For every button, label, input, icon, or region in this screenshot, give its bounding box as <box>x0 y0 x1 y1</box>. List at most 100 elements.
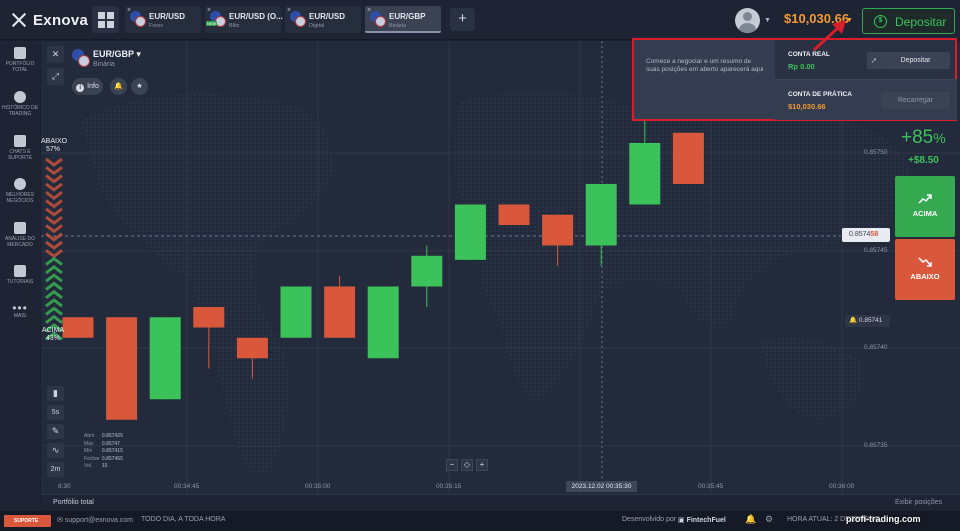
balance-dropdown-popup: Comece a negociar e um resumo de suas po… <box>632 38 957 121</box>
avatar[interactable] <box>735 8 760 33</box>
status-bar: SUPORTE ✉ support@exnova.com TODO DIA, A… <box>0 511 960 531</box>
candle-body <box>629 143 661 205</box>
favorite-star-button[interactable]: ★ <box>131 78 148 95</box>
support-hours: TODO DIA, A TODA HORA <box>141 516 226 523</box>
sentiment-down: ABAIXO 57% <box>41 138 68 153</box>
fintech-logo: ▣ FintechFuel <box>678 517 726 524</box>
developed-by: Desenvolvido por <box>622 516 677 523</box>
info-button[interactable]: i Info <box>72 78 103 95</box>
buy-up-button[interactable]: ACIMA <box>895 176 955 237</box>
clock-icon <box>14 91 26 103</box>
tab-name: EUR/USD <box>309 12 346 21</box>
notifications-icon[interactable]: 🔔 <box>745 514 756 525</box>
sell-down-button[interactable]: ABAIXO <box>895 239 955 300</box>
sentiment-chevron <box>45 232 63 242</box>
support-email[interactable]: ✉ support@exnova.com <box>57 516 133 524</box>
chart-type-icon[interactable]: ▮ <box>47 386 64 401</box>
sidebar-item-best-deals[interactable]: MELHORES NEGÓCIOS <box>0 178 40 204</box>
sentiment-up: ACIMA 43% <box>41 327 65 342</box>
candle-body <box>280 286 312 338</box>
sentiment-chevron <box>45 298 63 308</box>
account-balance: Rp 0.00 <box>788 62 815 71</box>
candle-body <box>367 286 399 359</box>
price-label: 0.85750 <box>864 149 888 156</box>
sidebar-item-market-analysis[interactable]: ANÁLISE DO MERCADO <box>0 222 40 248</box>
tab-sub: Digital <box>309 23 325 29</box>
support-button[interactable]: SUPORTE <box>4 515 51 527</box>
assets-grid-button[interactable] <box>92 6 119 33</box>
price-label: 0.85745 <box>864 247 888 254</box>
deposit-label: Depositar <box>895 15 947 29</box>
period-button[interactable]: 2m <box>47 462 64 477</box>
positions-summary: Comece a negociar e um resumo de suas po… <box>634 40 775 119</box>
arrow-annotation-icon <box>812 20 846 52</box>
sidebar-item-portfolio[interactable]: PORTFÓLIO TOTAL <box>0 47 40 73</box>
account-title: CONTA DE PRÁTICA <box>788 91 852 98</box>
practice-account-row[interactable]: CONTA DE PRÁTICA $10,030.66 Recarregar <box>775 80 957 120</box>
sidebar-item-more[interactable]: ••• MAIS <box>0 302 40 319</box>
current-price-tag: 0.857458 <box>842 228 890 242</box>
tab-eurgbp-binaria[interactable]: × EUR/GBP Binária <box>365 6 441 33</box>
asset-name[interactable]: EUR/GBP ▾ <box>93 49 141 60</box>
sentiment-chevron <box>45 182 63 192</box>
chart-toolbar-bottom: ▮ 5s ✎ ∿ 2m <box>47 386 65 482</box>
sentiment-chevron <box>45 249 63 259</box>
time-label: 00:34:45 <box>174 483 200 490</box>
zoom-reset-button[interactable]: ◇ <box>461 459 473 471</box>
real-account-row[interactable]: CONTA REAL Rp 0.00 ➚ Depositar <box>775 40 957 80</box>
sentiment-chevron <box>45 199 63 209</box>
close-icon[interactable]: ✕ <box>47 46 64 63</box>
briefcase-icon <box>14 47 26 59</box>
eur-gbp-flag-icon <box>72 49 90 67</box>
deposit-button[interactable]: $ Depositar <box>862 8 955 34</box>
time-label: 00:35:45 <box>698 483 724 490</box>
ohlc-readout: Abrir 0.857425 Máx 0.85747 Mín 0.857415 Fec… <box>84 433 123 469</box>
trophy-icon <box>14 178 26 190</box>
chevron-down-icon[interactable]: ▼ <box>764 17 771 24</box>
sentiment-chevron <box>45 207 63 217</box>
eur-usd-flag-icon <box>290 11 306 27</box>
reload-button[interactable]: Recarregar <box>881 92 950 109</box>
info-icon: i <box>76 84 85 92</box>
sidebar-item-tutorials[interactable]: TUTORIAIS <box>0 265 40 285</box>
candle-body <box>542 214 574 246</box>
dollar-icon: $ <box>874 15 887 28</box>
show-positions-link[interactable]: Exibir posições <box>895 499 942 506</box>
sentiment-chevron <box>45 314 63 324</box>
tab-sub: Forex <box>149 23 164 29</box>
candle-body <box>585 184 617 246</box>
alert-bell-button[interactable]: 🔔 <box>110 78 127 95</box>
add-tab-button[interactable]: + <box>450 8 475 31</box>
transfer-arrow-icon[interactable]: ➚ <box>867 52 881 69</box>
indicator-icon[interactable]: ∿ <box>47 443 64 458</box>
time-label: 00:36:00 <box>829 483 855 490</box>
tab-eurusd-blitz[interactable]: × NEW EUR/USD (O... Blitz <box>205 6 283 33</box>
candle-body <box>498 204 530 225</box>
payout-amount: +$8.50 <box>908 155 939 166</box>
sidebar-item-label: MAIS <box>13 313 27 319</box>
sidebar-item-label: TUTORIAIS <box>6 279 34 285</box>
positions-message: Comece a negociar e um resumo de suas po… <box>646 58 764 73</box>
sentiment-chevron <box>45 256 63 266</box>
zoom-in-button[interactable]: + <box>476 459 488 471</box>
zoom-out-button[interactable]: − <box>446 459 458 471</box>
tab-eurusd-digital[interactable]: × EUR/USD Digital <box>285 6 361 33</box>
portfolio-bar[interactable]: Portfólio total Exibir posições <box>41 494 960 511</box>
expand-icon[interactable]: ⤢ <box>47 68 64 85</box>
sidebar-item-label: HISTÓRICO DE TRADING <box>1 105 39 117</box>
sidebar-item-history[interactable]: HISTÓRICO DE TRADING <box>0 91 40 117</box>
account-balance: $10,030.66 <box>788 102 826 111</box>
tab-eurusd-forex[interactable]: × EUR/USD Forex <box>125 6 201 33</box>
trend-up-icon <box>918 194 932 204</box>
sentiment-chevron <box>45 174 63 184</box>
gear-icon[interactable]: ⚙ <box>765 514 773 525</box>
sidebar-item-chats[interactable]: CHATS E SUPORTE <box>0 135 40 161</box>
real-deposit-button[interactable]: Depositar <box>881 52 950 69</box>
price-label: 0.85735 <box>864 442 888 449</box>
time-label: 00:35:00 <box>305 483 331 490</box>
price-alert-tag[interactable]: 🔔 0.85741 <box>845 315 890 327</box>
timeframe-button[interactable]: 5s <box>47 405 64 420</box>
sentiment-chevron <box>45 215 63 225</box>
draw-icon[interactable]: ✎ <box>47 424 64 439</box>
exnova-logo[interactable]: Exnova <box>10 11 88 29</box>
